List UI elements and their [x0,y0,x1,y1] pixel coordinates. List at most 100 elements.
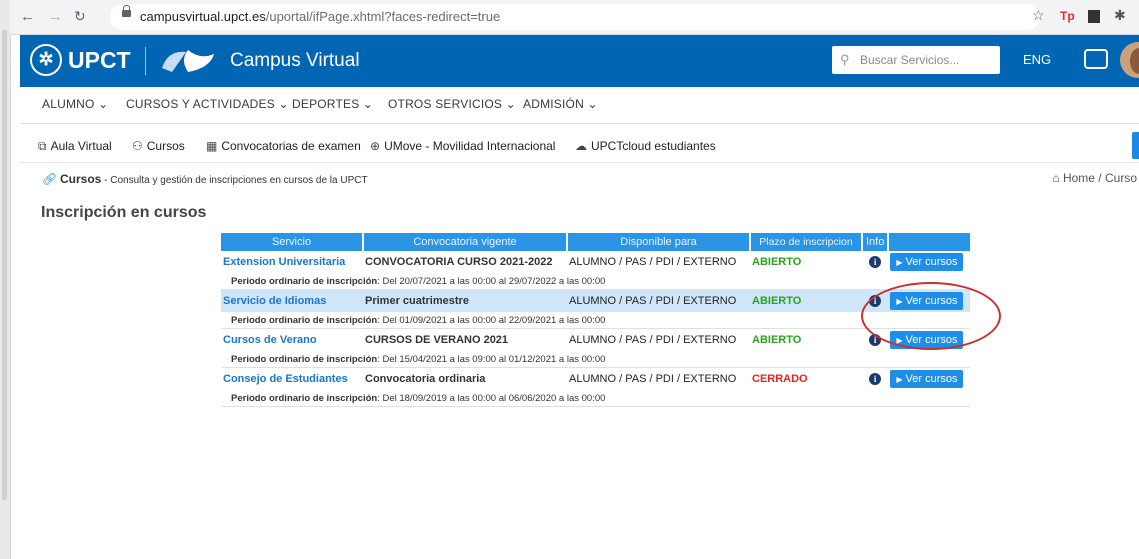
servicio-link[interactable]: Extension Universitaria [221,251,363,273]
convocatoria-cell: CURSOS DE VERANO 2021 [365,334,509,346]
menu-deportes[interactable]: DEPORTES ⌄ [292,97,373,111]
servicio-link[interactable]: Cursos de Verano [221,329,363,352]
table-row: Servicio de Idiomas Primer cuatrimestre … [221,289,970,312]
menu-otros-servicios[interactable]: OTROS SERVICIOS ⌄ [388,97,516,111]
period-row: Periodo ordinario de inscripción: Del 01… [221,312,970,329]
search-placeholder: Buscar Servicios... [860,53,960,67]
servicio-link[interactable]: Consejo de Estudiantes [221,368,363,391]
ver-cursos-button[interactable]: ▶ Ver cursos [890,370,964,388]
table-row: Extension Universitaria CONVOCATORIA CUR… [221,251,970,273]
ver-cursos-button[interactable]: ▶ Ver cursos [890,253,964,271]
forward-arrow-icon[interactable]: → [48,8,63,25]
quick-links: ⧉ Aula Virtual ⚇ Cursos ▦ Convocatorias de … [20,132,1139,160]
period-dates: : Del 01/09/2021 a las 00:00 al 22/09/20… [377,314,606,326]
period-text: Periodo ordinario de inscripción: Del 15… [221,351,970,368]
action-cell: ▶ Ver cursos [888,251,970,273]
url-path: /uportal/ifPage.xhtml?faces-redirect=tru… [265,9,501,24]
extension-dark-icon[interactable] [1088,10,1100,23]
quick-link-aula-virtual[interactable]: ⧉ Aula Virtual [38,139,112,154]
reload-icon[interactable]: ↻ [74,8,86,25]
side-tab-button[interactable] [1132,132,1139,159]
info-cell: i [862,251,888,273]
link-icon: 🔗︎ [42,172,58,186]
quick-link-label: Cursos [146,139,185,153]
extensions-puzzle-icon[interactable]: ✱ [1114,7,1126,24]
header-divider [145,47,146,75]
breadcrumb-title: Cursos [60,172,102,186]
highlight-circle-annotation [861,282,1001,350]
info-icon[interactable]: i [869,256,882,268]
window-edge-scrollbar[interactable] [0,0,11,559]
courses-table: Servicio Convocatoria vigente Disponible… [221,233,970,407]
scrollbar-thumb[interactable] [2,30,7,500]
period-text: Periodo ordinario de inscripción: Del 01… [221,312,970,329]
campus-virtual-title[interactable]: Campus Virtual [230,50,360,72]
ver-cursos-label: Ver cursos [905,373,958,385]
status-badge: CERRADO [752,373,808,385]
info-cell: i [862,368,888,391]
address-bar[interactable]: campusvirtual.upct.es/uportal/ifPage.xht… [110,4,1040,30]
quick-link-convocatorias[interactable]: ▦ Convocatorias de examen [206,139,361,153]
breadcrumb-path: ⌂ Home / Curso [1052,171,1137,185]
breadcrumb-subtitle: - Consulta y gestión de inscripciones en… [101,175,368,186]
period-dates: : Del 18/09/2019 a las 00:00 al 06/06/20… [377,392,606,404]
column-header-plazo: Plazo de inscripcion [750,233,863,251]
breadcrumb-current: Curso [1104,171,1137,185]
back-arrow-icon[interactable]: ← [20,8,35,25]
quick-link-label: UMove - Movilidad Internacional [384,139,556,153]
table-row: Cursos de Verano CURSOS DE VERANO 2021 A… [221,329,970,352]
quick-link-umove[interactable]: ⊕ UMove - Movilidad Internacional [370,139,555,153]
site-header: ✲ UPCT Campus Virtual ⚲ Buscar Servicios.… [20,35,1139,87]
url-host: campusvirtual.upct.es [140,9,266,24]
search-input[interactable]: ⚲ Buscar Servicios... [832,46,1000,74]
brand-text: UPCT [68,46,131,73]
breadcrumb-home[interactable]: Home [1063,171,1095,185]
disponible-cell: ALUMNO / PAS / PDI / EXTERNO [569,334,737,346]
status-badge: ABIERTO [752,334,802,346]
quick-link-upctcloud[interactable]: ☁ UPCTcloud estudiantes [575,139,716,153]
status-badge: ABIERTO [750,289,862,312]
play-arrow-icon: ▶ [896,258,903,267]
quick-link-label: Convocatorias de examen [221,139,361,153]
servicio-link[interactable]: Servicio de Idiomas [221,289,363,312]
upct-logo[interactable]: ✲ UPCT [30,44,131,76]
quick-link-label: Aula Virtual [50,139,112,153]
menu-admision[interactable]: ADMISIÓN ⌄ [523,97,598,111]
users-icon: ⚇ [132,139,143,153]
main-menu: ALUMNO ⌄ CURSOS Y ACTIVIDADES ⌄ DEPORTES… [20,87,1139,124]
info-icon[interactable]: i [869,373,882,385]
action-cell: ▶ Ver cursos [888,368,970,391]
breadcrumb-separator: / [1094,171,1105,185]
disponible-cell: ALUMNO / PAS / PDI / EXTERNO [569,256,737,268]
url-text: campusvirtual.upct.es/uportal/ifPage.xht… [140,9,500,24]
ver-cursos-label: Ver cursos [905,256,958,268]
column-header-convocatoria: Convocatoria vigente [363,233,568,251]
page-title: Inscripción en cursos [41,204,207,221]
campus-virtual-logo-icon [162,50,214,72]
disponible-cell: ALUMNO / PAS / PDI / EXTERNO [567,289,750,312]
period-label: Periodo ordinario de inscripción [231,275,378,287]
period-text: Periodo ordinario de inscripción: Del 20… [221,273,970,290]
bookmark-star-icon[interactable]: ☆ [1032,7,1045,24]
avatar[interactable] [1120,42,1139,78]
period-row: Periodo ordinario de inscripción: Del 20… [221,273,970,290]
menu-cursos-actividades[interactable]: CURSOS Y ACTIVIDADES ⌄ [126,97,289,111]
column-header-disponible: Disponible para [567,233,751,251]
play-arrow-icon: ▶ [896,375,903,384]
convocatoria-cell: CONVOCATORIA CURSO 2021-2022 [365,256,553,268]
menu-alumno[interactable]: ALUMNO ⌄ [42,97,108,111]
language-toggle[interactable]: ENG [1023,52,1051,67]
browser-toolbar: ← → ↻ campusvirtual.upct.es/uportal/ifPa… [10,0,1139,35]
column-header-servicio: Servicio [221,233,364,251]
upct-seal-icon: ✲ [30,44,62,76]
column-header-info: Info [862,233,890,251]
table-row: Consejo de Estudiantes Convocatoria ordi… [221,368,970,391]
globe-icon: ⊕ [370,139,381,153]
table-header-row: Servicio Convocatoria vigente Disponible… [221,233,970,251]
extension-tp-icon[interactable]: Tp [1060,9,1075,23]
period-row: Periodo ordinario de inscripción: Del 15… [221,351,970,368]
convocatoria-cell: Primer cuatrimestre [363,289,567,312]
inbox-icon[interactable] [1084,49,1108,69]
quick-link-cursos[interactable]: ⚇ Cursos [132,139,185,153]
period-dates: : Del 20/07/2021 a las 00:00 al 29/07/20… [377,275,606,287]
